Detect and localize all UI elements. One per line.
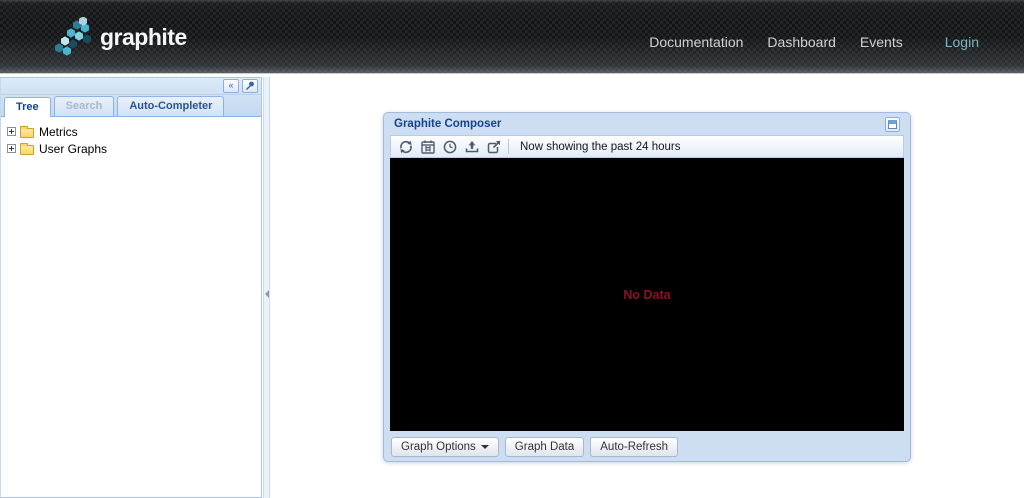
window-title: Graphite Composer [394, 114, 501, 135]
composer-toolbar: Now showing the past 24 hours [390, 135, 904, 158]
auto-refresh-button[interactable]: Auto-Refresh [590, 437, 678, 457]
auto-refresh-label: Auto-Refresh [600, 441, 668, 453]
composer-footer: Graph Options Graph Data Auto-Refresh [384, 431, 910, 462]
toolbar-separator [508, 139, 509, 154]
pin-panel-button[interactable] [242, 79, 258, 93]
sidebar-tabbar: Tree Search Auto-Completer [1, 95, 261, 117]
upload-icon [464, 139, 480, 155]
collapse-panel-button[interactable]: « [223, 79, 239, 93]
folder-icon [20, 128, 34, 138]
graphite-logo: graphite [50, 17, 187, 57]
tree-node-label: Metrics [39, 125, 78, 139]
calendar-icon [420, 139, 436, 155]
tree-node-metrics[interactable]: Metrics [5, 123, 261, 140]
collapse-icon: « [228, 80, 233, 90]
graphite-composer-window: Graphite Composer [383, 112, 911, 462]
nav-documentation[interactable]: Documentation [649, 34, 743, 50]
metrics-tree: Metrics User Graphs [1, 117, 261, 157]
share-button[interactable] [483, 137, 505, 156]
nav-events[interactable]: Events [860, 34, 903, 50]
tree-node-user-graphs[interactable]: User Graphs [5, 140, 261, 157]
sidebar-splitter[interactable] [263, 77, 270, 498]
refresh-button[interactable] [395, 137, 417, 156]
nav-dashboard[interactable]: Dashboard [767, 34, 836, 50]
folder-icon [20, 145, 34, 155]
splitter-grip-icon[interactable] [265, 290, 269, 298]
graph-data-button[interactable]: Graph Data [505, 437, 584, 457]
tree-node-label: User Graphs [39, 142, 107, 156]
no-data-message: No Data [623, 288, 670, 302]
graph-options-label: Graph Options [401, 441, 476, 453]
pin-icon [243, 80, 257, 92]
time-range-status: Now showing the past 24 hours [520, 141, 680, 153]
graph-data-label: Graph Data [515, 441, 574, 453]
save-button[interactable] [461, 137, 483, 156]
graphite-logo-icon [50, 17, 96, 57]
graph-canvas[interactable]: No Data [390, 158, 904, 431]
tab-tree[interactable]: Tree [4, 97, 51, 117]
maximize-button[interactable] [885, 117, 900, 132]
nav-login[interactable]: Login [945, 34, 979, 50]
header-nav: Documentation Dashboard Events Login [625, 34, 979, 50]
expand-plus-icon[interactable] [7, 144, 16, 153]
dropdown-caret-icon [481, 445, 489, 449]
recent-time-button[interactable] [439, 137, 461, 156]
expand-plus-icon[interactable] [7, 127, 16, 136]
logo-wordmark: graphite [100, 24, 187, 51]
refresh-icon [398, 139, 414, 155]
tab-search[interactable]: Search [54, 96, 115, 116]
share-icon [486, 139, 502, 155]
graph-options-button[interactable]: Graph Options [391, 437, 499, 457]
metrics-sidebar: « Tree Search Auto-Completer Metrics [0, 77, 262, 498]
sidebar-toolbar: « [1, 78, 261, 95]
clock-icon [442, 139, 458, 155]
tab-auto-completer[interactable]: Auto-Completer [117, 96, 224, 116]
app-header: graphite Documentation Dashboard Events … [0, 0, 1024, 74]
window-titlebar: Graphite Composer [384, 113, 910, 135]
page: graphite Documentation Dashboard Events … [0, 0, 1024, 498]
date-range-button[interactable] [417, 137, 439, 156]
